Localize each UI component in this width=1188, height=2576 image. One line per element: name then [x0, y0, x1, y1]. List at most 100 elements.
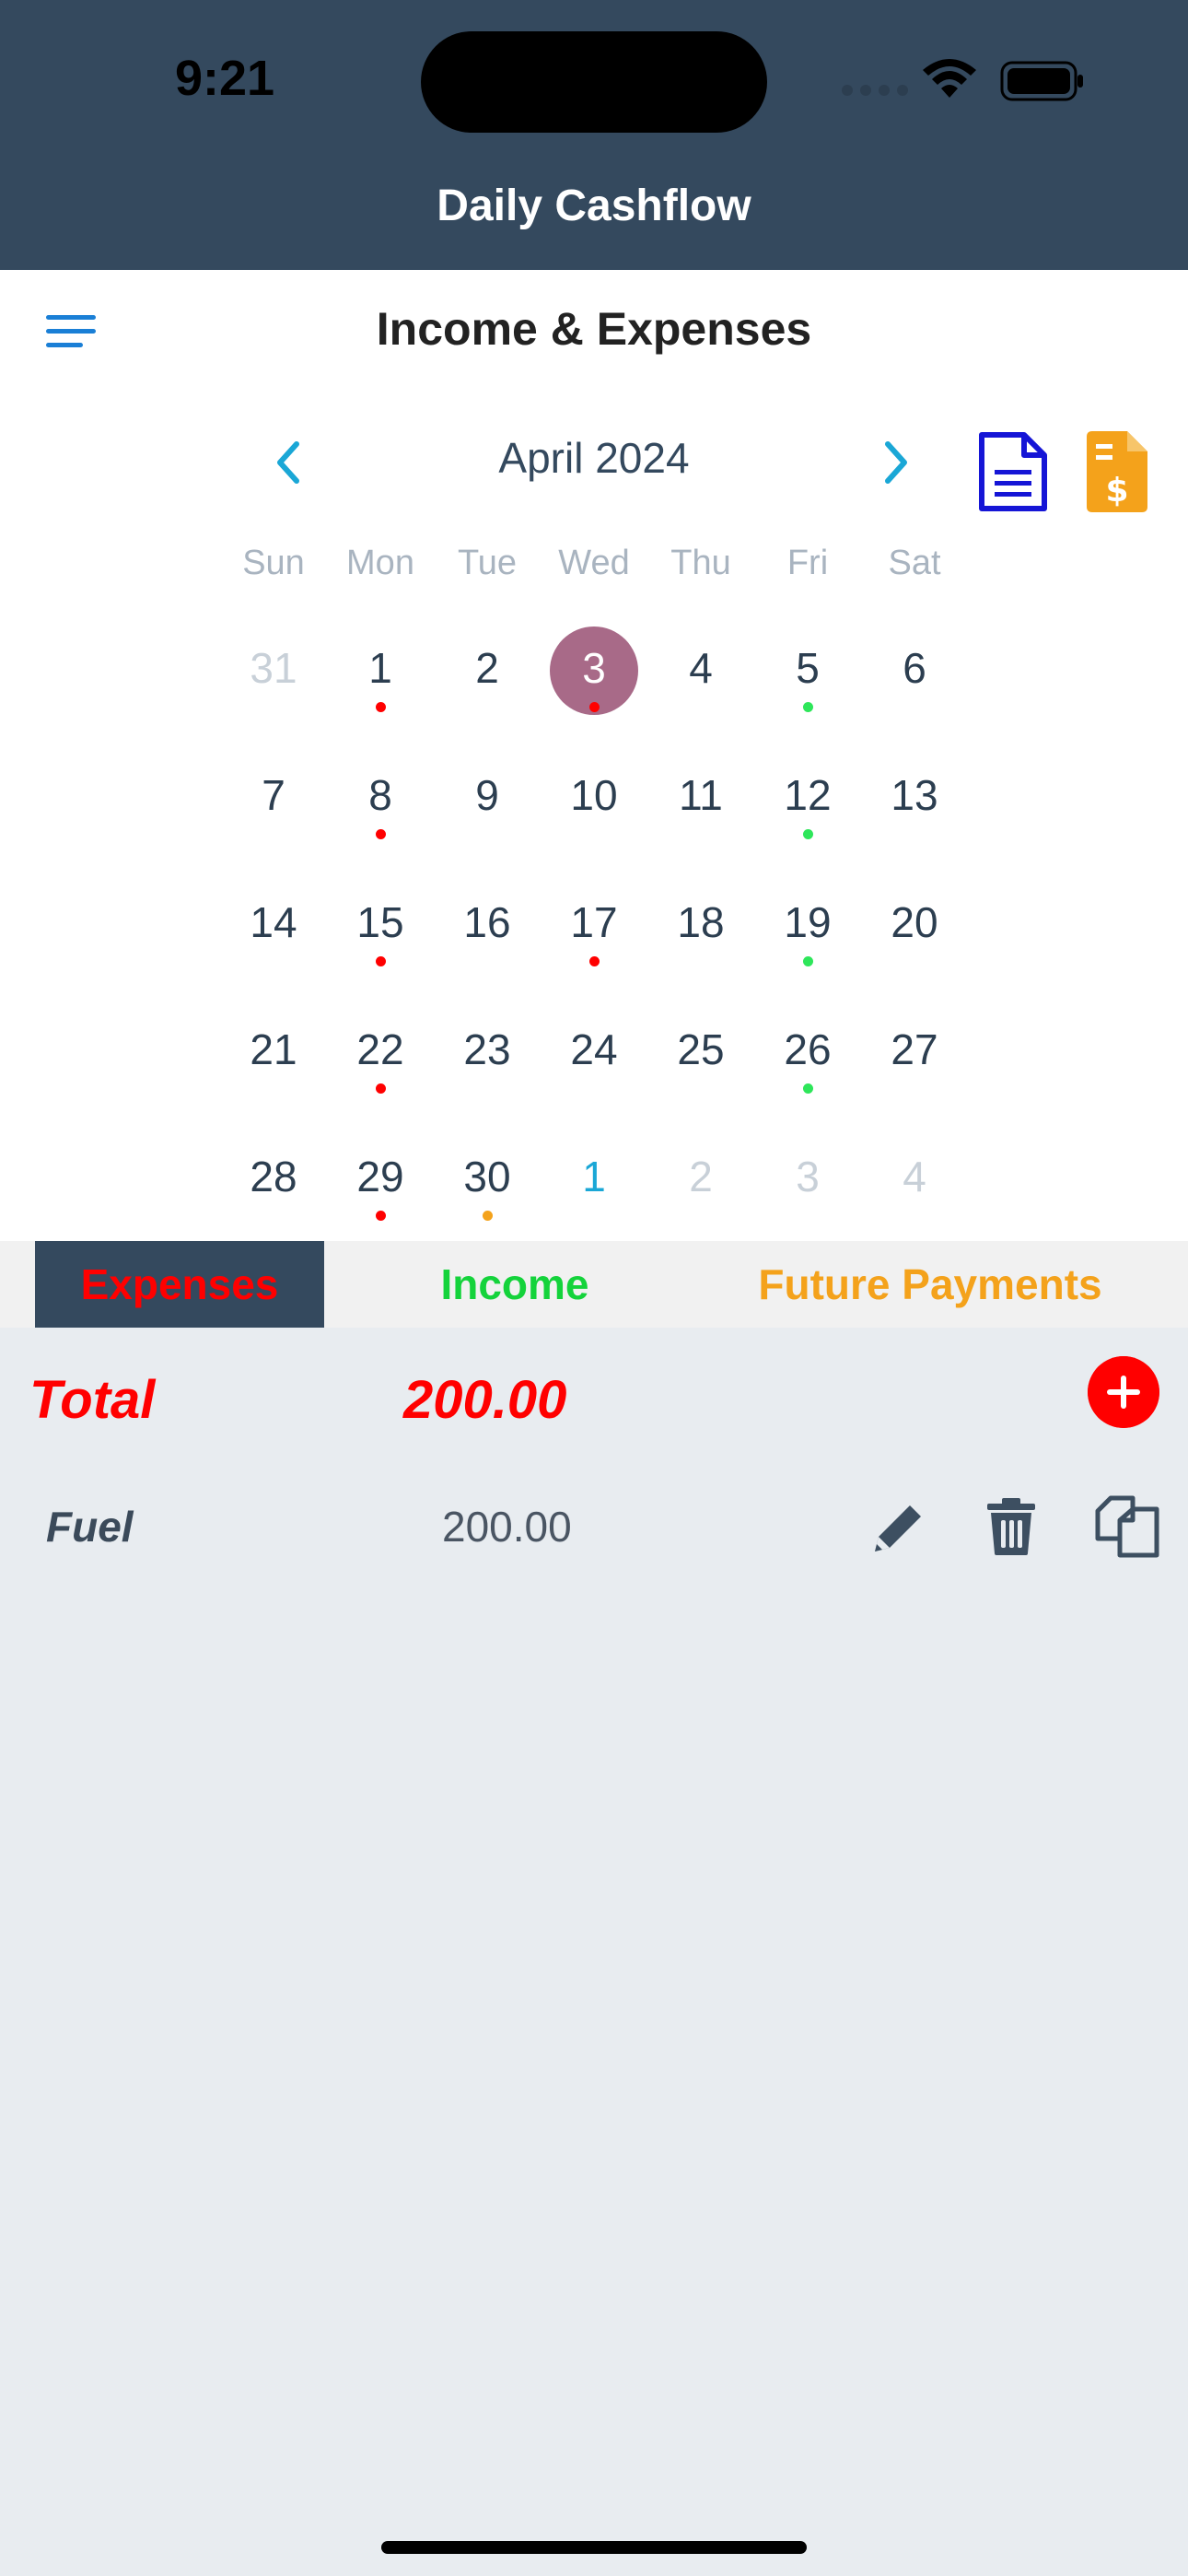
calendar-day[interactable]: 3: [754, 1122, 861, 1229]
calendar-day[interactable]: 15: [327, 868, 434, 975]
calendar-day-number: 4: [689, 644, 713, 692]
calendar-day-number: 19: [784, 898, 832, 946]
calendar-day-number: 22: [356, 1025, 404, 1073]
calendar-day-number: 1: [368, 644, 392, 692]
transaction-dot: [376, 956, 386, 966]
calendar-day[interactable]: 20: [861, 868, 968, 975]
calendar-day-number: 26: [784, 1025, 832, 1073]
transaction-dot: [376, 829, 386, 839]
transaction-dot: [803, 1083, 813, 1094]
total-value: 200.00: [403, 1370, 567, 1430]
calendar-day[interactable]: 31: [220, 614, 327, 720]
calendar-day-number: 27: [891, 1025, 938, 1073]
calendar-day[interactable]: 25: [647, 995, 754, 1102]
page-title: Income & Expenses: [376, 303, 812, 355]
calendar-day-number: 2: [475, 644, 499, 692]
tab-expenses[interactable]: Expenses: [35, 1241, 324, 1328]
calendar-day[interactable]: 19: [754, 868, 861, 975]
calendar-day[interactable]: 1: [327, 614, 434, 720]
calendar-day[interactable]: 1: [541, 1122, 647, 1229]
month-label: April 2024: [498, 434, 690, 482]
calendar-day[interactable]: 24: [541, 995, 647, 1102]
calendar-day[interactable]: 9: [434, 741, 541, 848]
pencil-icon[interactable]: [869, 1496, 930, 1557]
calendar-day-number: 17: [570, 898, 618, 946]
entry-amount: 200.00: [442, 1503, 572, 1551]
calendar-day[interactable]: 2: [647, 1122, 754, 1229]
cellular-signal-icon: [842, 85, 908, 96]
weekday-label: Tue: [457, 544, 518, 582]
svg-text:$: $: [1105, 472, 1128, 509]
transaction-dot: [803, 702, 813, 712]
trash-icon[interactable]: [985, 1496, 1037, 1557]
calendar-day-number: 15: [356, 898, 404, 946]
calendar-day[interactable]: 2: [434, 614, 541, 720]
calendar-day[interactable]: 30: [434, 1122, 541, 1229]
add-button[interactable]: [1088, 1356, 1159, 1428]
calendar-day-number: 28: [250, 1153, 297, 1200]
calendar-day-number: 11: [679, 771, 723, 819]
weekday-label: Thu: [670, 544, 731, 582]
document-icon[interactable]: [978, 431, 1048, 512]
calendar-day[interactable]: 11: [647, 741, 754, 848]
calendar-day[interactable]: 7: [220, 741, 327, 848]
transaction-dot: [376, 1211, 386, 1221]
transaction-dot: [589, 956, 600, 966]
home-indicator: [381, 2541, 807, 2554]
transaction-dot: [376, 702, 386, 712]
calendar-day-number: 31: [250, 644, 297, 692]
total-label: Total: [29, 1370, 156, 1430]
calendar-day-number: 4: [903, 1153, 926, 1200]
chevron-left-icon[interactable]: [269, 439, 306, 486]
calendar-day-number: 3: [796, 1153, 820, 1200]
calendar-day[interactable]: 17: [541, 868, 647, 975]
calendar-day-number: 25: [677, 1025, 725, 1073]
calendar-day[interactable]: 5: [754, 614, 861, 720]
transaction-dot: [483, 1211, 493, 1221]
transaction-dot: [589, 702, 600, 712]
chevron-right-icon[interactable]: [879, 439, 915, 486]
calendar-day[interactable]: 27: [861, 995, 968, 1102]
calendar-day[interactable]: 26: [754, 995, 861, 1102]
calendar-day[interactable]: 8: [327, 741, 434, 848]
calendar-day[interactable]: 22: [327, 995, 434, 1102]
calendar-day-number: 20: [891, 898, 938, 946]
calendar-day[interactable]: 13: [861, 741, 968, 848]
calendar-day-number: 10: [570, 771, 618, 819]
calendar-day[interactable]: 28: [220, 1122, 327, 1229]
calendar-day-number: 30: [463, 1153, 511, 1200]
calendar-day[interactable]: 14: [220, 868, 327, 975]
calendar-day[interactable]: 16: [434, 868, 541, 975]
calendar-day-number: 29: [356, 1153, 404, 1200]
calendar-day[interactable]: 29: [327, 1122, 434, 1229]
calendar-day[interactable]: 4: [861, 1122, 968, 1229]
calendar-day[interactable]: 4: [647, 614, 754, 720]
calendar-day[interactable]: 21: [220, 995, 327, 1102]
dynamic-island: [421, 31, 767, 133]
calendar-day-number: 14: [250, 898, 297, 946]
status-time: 9:21: [175, 51, 275, 106]
calendar-day[interactable]: 6: [861, 614, 968, 720]
calendar-day[interactable]: 23: [434, 995, 541, 1102]
weekday-label: Sat: [888, 544, 941, 582]
calendar-day-number: 23: [463, 1025, 511, 1073]
calendar-day[interactable]: 3: [541, 614, 647, 720]
category-tabs: Expenses Income Future Payments: [0, 1241, 1188, 1328]
invoice-icon[interactable]: $: [1087, 431, 1147, 512]
weekday-label: Wed: [558, 544, 630, 582]
calendar-day-number: 24: [570, 1025, 618, 1073]
tab-future-payments[interactable]: Future Payments: [705, 1241, 1155, 1328]
tab-income[interactable]: Income: [324, 1241, 705, 1328]
calendar-day-number: 3: [582, 644, 606, 692]
calendar-day-number: 5: [796, 644, 820, 692]
calendar-day-number: 13: [891, 771, 938, 819]
calendar-day[interactable]: 18: [647, 868, 754, 975]
copy-icon[interactable]: [1092, 1493, 1162, 1559]
calendar-day-number: 2: [689, 1153, 713, 1200]
entry-label: Fuel: [46, 1503, 134, 1551]
calendar-day[interactable]: 12: [754, 741, 861, 848]
calendar-day-number: 12: [784, 771, 832, 819]
calendar-day[interactable]: 10: [541, 741, 647, 848]
weekday-label: Mon: [346, 544, 414, 582]
battery-icon: [1000, 61, 1083, 101]
